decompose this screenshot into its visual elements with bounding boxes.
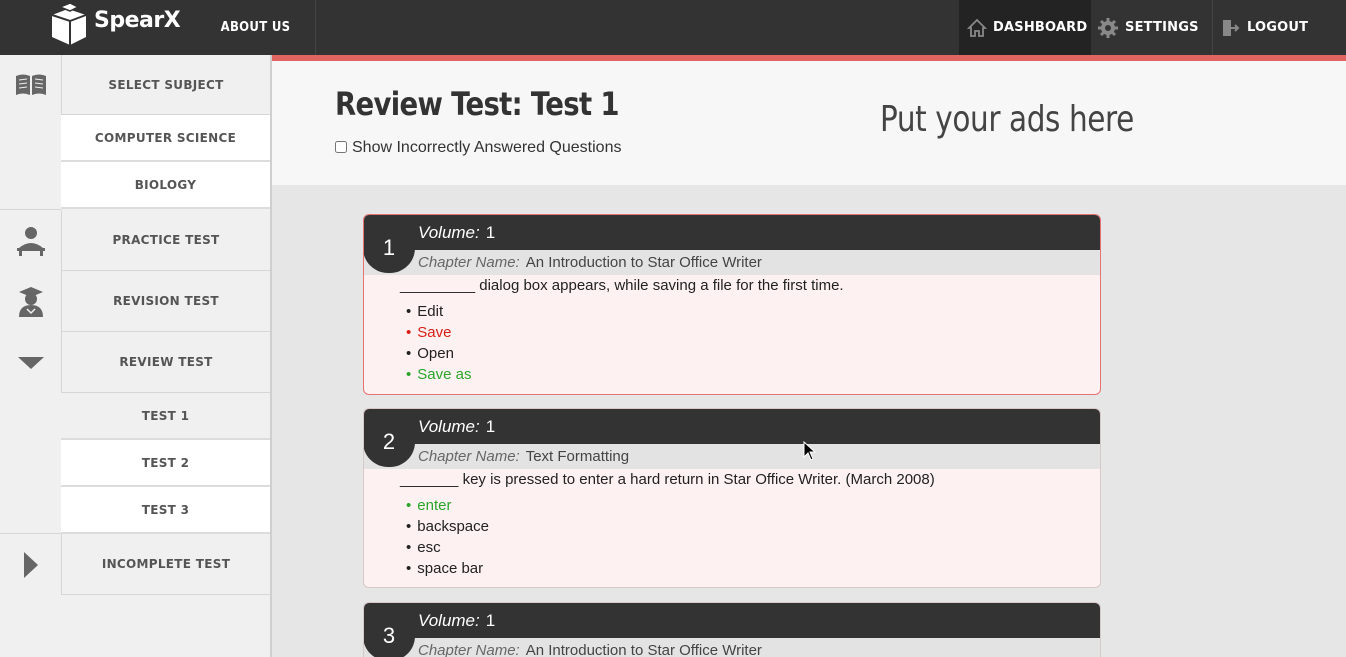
- sidebar-item-review-test[interactable]: REVIEW TEST: [0, 332, 270, 393]
- question-text: _______ key is pressed to enter a hard r…: [400, 471, 935, 488]
- sidebar-item-select-subject[interactable]: SELECT SUBJECT: [0, 55, 270, 115]
- logout-icon: [1223, 19, 1240, 36]
- option-wrong: Save: [406, 322, 1100, 343]
- question-volume: Volume: 1: [364, 215, 1100, 250]
- question-volume: Volume: 1: [364, 409, 1100, 444]
- question-chapter: Chapter Name: An Introduction to Star Off…: [364, 638, 1100, 657]
- sidebar-icon-cell: [0, 332, 61, 393]
- sidebar-item-label: REVIEW TEST: [61, 332, 270, 393]
- volume-label: Volume:: [418, 610, 480, 630]
- show-incorrect-checkbox[interactable]: [335, 141, 347, 153]
- gear-icon: [1098, 17, 1118, 38]
- volume-value: 1: [485, 222, 496, 242]
- answer-options: Edit Save Open Save as: [364, 301, 1100, 385]
- sidebar: SELECT SUBJECT COMPUTER SCIENCE BIOLOGY …: [0, 55, 272, 657]
- chapter-value: Text Formatting: [525, 448, 630, 465]
- sidebar-item-label: SELECT SUBJECT: [61, 55, 270, 115]
- option-correct: enter: [406, 495, 1100, 516]
- chapter-value: An Introduction to Star Office Writer: [525, 254, 762, 271]
- logo-text: SpearX: [94, 7, 181, 33]
- volume-value: 1: [485, 416, 496, 436]
- sidebar-icon-cell: [0, 534, 61, 595]
- sidebar-test-3[interactable]: TEST 3: [61, 487, 270, 534]
- question-card: 1 Volume: 1 Chapter Name: An Introduction …: [363, 214, 1101, 395]
- question-volume: Volume: 1: [364, 603, 1100, 638]
- sidebar-icon-cell: [0, 55, 61, 115]
- question-number: 1: [364, 223, 415, 273]
- chapter-value: An Introduction to Star Office Writer: [525, 642, 762, 657]
- nav-about-us[interactable]: ABOUT US: [196, 0, 316, 55]
- option: esc: [406, 537, 1100, 558]
- page-header: Review Test: Test 1 Show Incorrectly Ans…: [272, 61, 1346, 185]
- nav-dashboard[interactable]: DASHBOARD: [959, 0, 1091, 55]
- teacher-icon: [16, 226, 45, 256]
- mouse-cursor-icon: [803, 441, 817, 461]
- sidebar-icon-cell: [0, 210, 61, 271]
- sidebar-item-revision-test[interactable]: REVISION TEST: [0, 271, 270, 332]
- logo[interactable]: SpearX: [48, 2, 181, 46]
- sidebar-item-practice-test[interactable]: PRACTICE TEST: [0, 210, 270, 271]
- volume-label: Volume:: [418, 222, 480, 242]
- top-navbar: SpearX ABOUT US DASHBOARD SETTINGS LOGOU…: [0, 0, 1346, 55]
- question-card: 2 Volume: 1 Chapter Name: Text Formatting …: [363, 408, 1101, 588]
- book-icon: [15, 74, 46, 95]
- home-icon: [967, 18, 987, 37]
- show-incorrect-label: Show Incorrectly Answered Questions: [352, 139, 622, 156]
- sidebar-item-label: REVISION TEST: [61, 271, 270, 332]
- nav-dashboard-label: DASHBOARD: [993, 20, 1088, 35]
- chapter-label: Chapter Name:: [418, 448, 520, 465]
- option: Open: [406, 343, 1100, 364]
- nav-settings-label: SETTINGS: [1125, 20, 1199, 35]
- option: Edit: [406, 301, 1100, 322]
- question-text: _________ dialog box appears, while savi…: [400, 277, 844, 294]
- sidebar-item-incomplete-test[interactable]: INCOMPLETE TEST: [0, 534, 270, 595]
- option: space bar: [406, 558, 1100, 579]
- ads-placeholder: Put your ads here: [880, 99, 1134, 140]
- option: backspace: [406, 516, 1100, 537]
- sidebar-test-2[interactable]: TEST 2: [61, 440, 270, 487]
- caret-down-icon: [17, 356, 44, 369]
- option-correct: Save as: [406, 364, 1100, 385]
- volume-label: Volume:: [418, 416, 480, 436]
- question-chapter: Chapter Name: An Introduction to Star Off…: [364, 250, 1100, 275]
- sidebar-subject-computer-science[interactable]: COMPUTER SCIENCE: [61, 115, 270, 162]
- chapter-label: Chapter Name:: [418, 254, 520, 271]
- sidebar-test-1[interactable]: TEST 1: [61, 393, 270, 440]
- sidebar-subject-biology[interactable]: BIOLOGY: [61, 162, 270, 209]
- volume-value: 1: [485, 610, 496, 630]
- nav-logout-label: LOGOUT: [1247, 20, 1309, 35]
- question-number: 2: [364, 417, 415, 467]
- answer-options: enter backspace esc space bar: [364, 495, 1100, 579]
- sidebar-item-label: INCOMPLETE TEST: [61, 534, 270, 595]
- sidebar-icon-cell: [0, 271, 61, 332]
- show-incorrect-toggle[interactable]: Show Incorrectly Answered Questions: [335, 139, 621, 157]
- question-number: 3: [364, 611, 415, 657]
- nav-logout[interactable]: LOGOUT: [1213, 0, 1346, 55]
- spearx-logo-icon: [51, 3, 87, 45]
- chapter-label: Chapter Name:: [418, 642, 520, 657]
- caret-right-icon: [23, 551, 38, 578]
- question-card: 3 Volume: 1 Chapter Name: An Introduction …: [363, 602, 1101, 657]
- question-chapter: Chapter Name: Text Formatting: [364, 444, 1100, 469]
- page-title: Review Test: Test 1: [335, 85, 619, 123]
- nav-settings[interactable]: SETTINGS: [1091, 0, 1213, 55]
- student-icon: [18, 286, 43, 317]
- sidebar-item-label: PRACTICE TEST: [61, 210, 270, 271]
